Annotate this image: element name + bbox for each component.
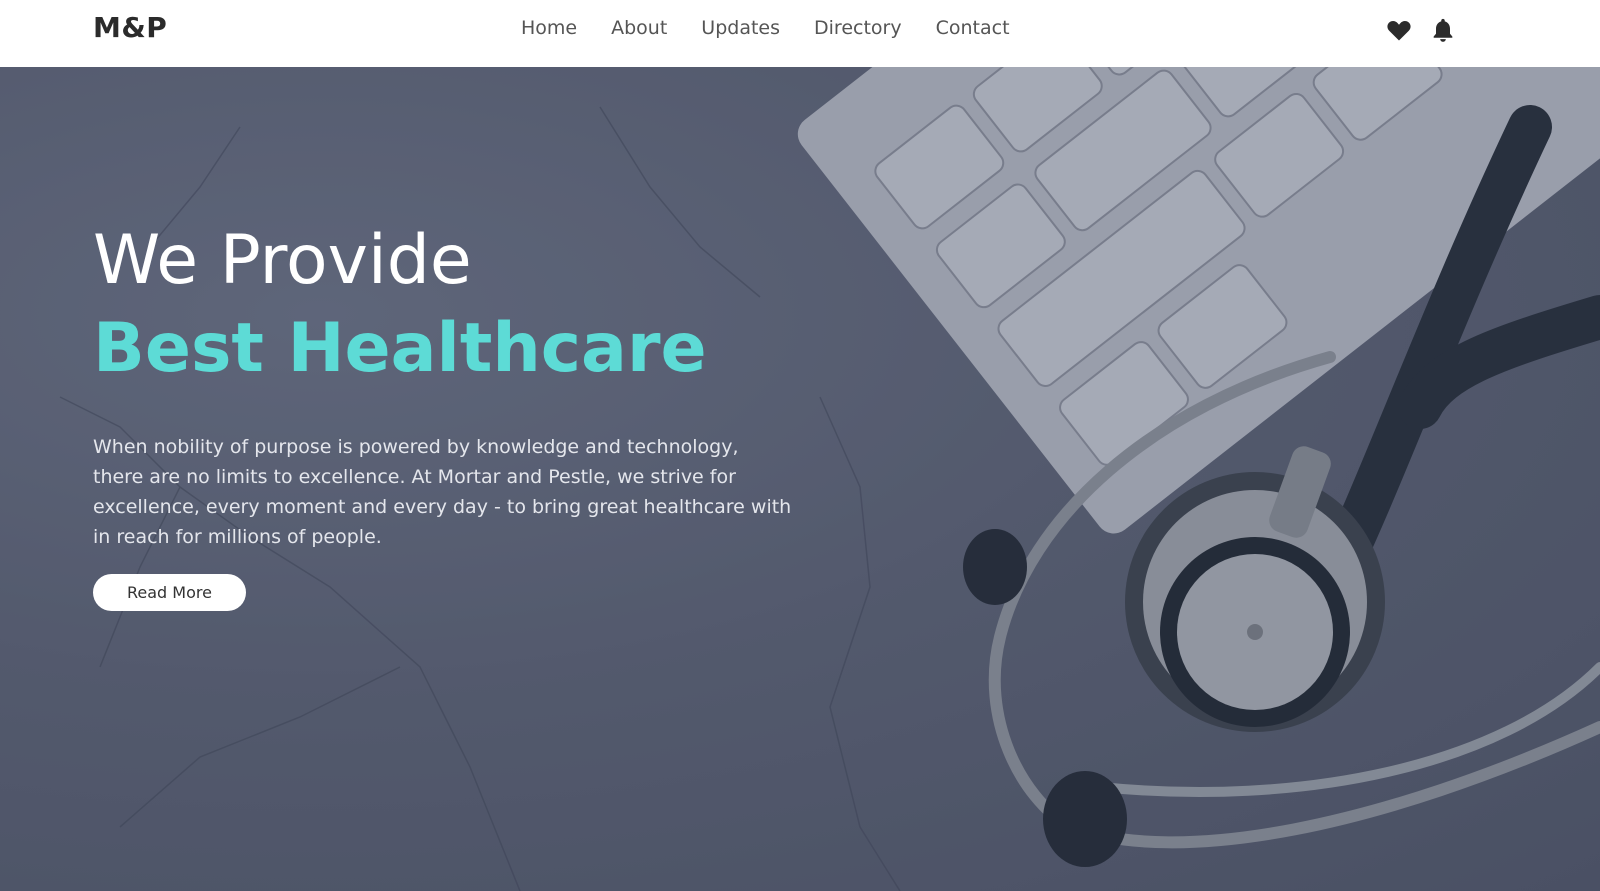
nav-icons (1385, 16, 1457, 44)
hero-section: We Provide Best Healthcare When nobility… (0, 67, 1600, 891)
hero-description: When nobility of purpose is powered by k… (93, 435, 792, 548)
nav-link-updates[interactable]: Updates (701, 17, 780, 39)
nav-link-contact[interactable]: Contact (936, 17, 1010, 39)
nav-link-home[interactable]: Home (521, 17, 577, 39)
main-nav: Home About Updates Directory Contact (521, 17, 1010, 39)
read-more-button[interactable]: Read More (93, 573, 246, 611)
hero-heading-line1: We Provide (93, 221, 472, 300)
hero-content: We Provide Best Healthcare When nobility… (93, 217, 813, 611)
nav-link-about[interactable]: About (611, 17, 667, 39)
top-navbar: M&P Home About Updates Directory Contact (0, 0, 1600, 67)
heart-icon[interactable] (1385, 16, 1413, 44)
hero-heading-line2: Best Healthcare (93, 309, 707, 389)
bell-icon[interactable] (1429, 16, 1457, 44)
nav-link-directory[interactable]: Directory (814, 17, 902, 39)
brand-logo[interactable]: M&P (93, 11, 167, 44)
